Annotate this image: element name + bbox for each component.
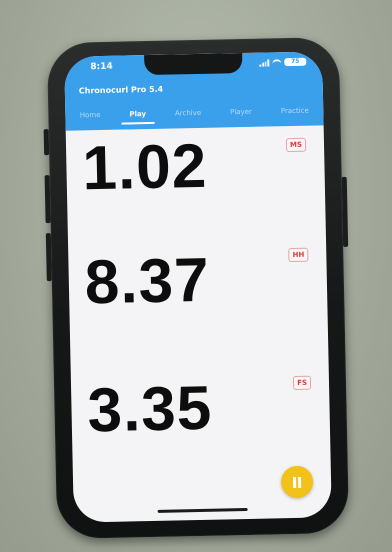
tab-play[interactable]: Play: [127, 106, 148, 124]
timer-value: 8.37: [84, 245, 211, 318]
pause-button[interactable]: [280, 465, 314, 499]
app-header: 8:14 75 Chronocurl Pro 5.4 Home Play Arc…: [64, 51, 324, 131]
timer-badge: FS: [293, 375, 312, 391]
status-icons: 75: [259, 57, 307, 67]
timer-value: 3.35: [86, 373, 213, 446]
timer-panel: 1.02 MS 8.37 HH 3.35 FS: [66, 125, 332, 522]
timer-row-hh: 8.37 HH: [68, 246, 326, 317]
phone-screen: 8:14 75 Chronocurl Pro 5.4 Home Play Arc…: [64, 51, 332, 523]
tab-player[interactable]: Player: [228, 104, 254, 123]
phone-device: 8:14 75 Chronocurl Pro 5.4 Home Play Arc…: [43, 36, 350, 540]
pause-icon: [292, 476, 302, 488]
timer-badge: HH: [288, 247, 309, 263]
app-title: Chronocurl Pro 5.4: [78, 84, 164, 96]
tab-archive[interactable]: Archive: [173, 105, 204, 124]
mute-switch: [43, 129, 50, 156]
volume-up-button: [44, 175, 51, 224]
battery-icon: 75: [284, 57, 307, 67]
timer-row-fs: 3.35 FS: [71, 374, 329, 445]
status-time: 8:14: [90, 61, 113, 73]
signal-icon: [259, 58, 270, 67]
power-button: [341, 176, 349, 247]
volume-down-button: [45, 233, 52, 282]
tab-bar: Home Play Archive Player Practice: [65, 102, 323, 125]
photo-background: 8:14 75 Chronocurl Pro 5.4 Home Play Arc…: [0, 0, 392, 552]
wifi-icon: [272, 58, 282, 66]
notch: [144, 53, 243, 76]
timer-value: 1.02: [81, 131, 208, 204]
timer-badge: MS: [285, 137, 307, 153]
tab-home[interactable]: Home: [78, 107, 103, 126]
timer-row-ms: 1.02 MS: [66, 132, 324, 203]
tab-practice[interactable]: Practice: [279, 103, 311, 122]
